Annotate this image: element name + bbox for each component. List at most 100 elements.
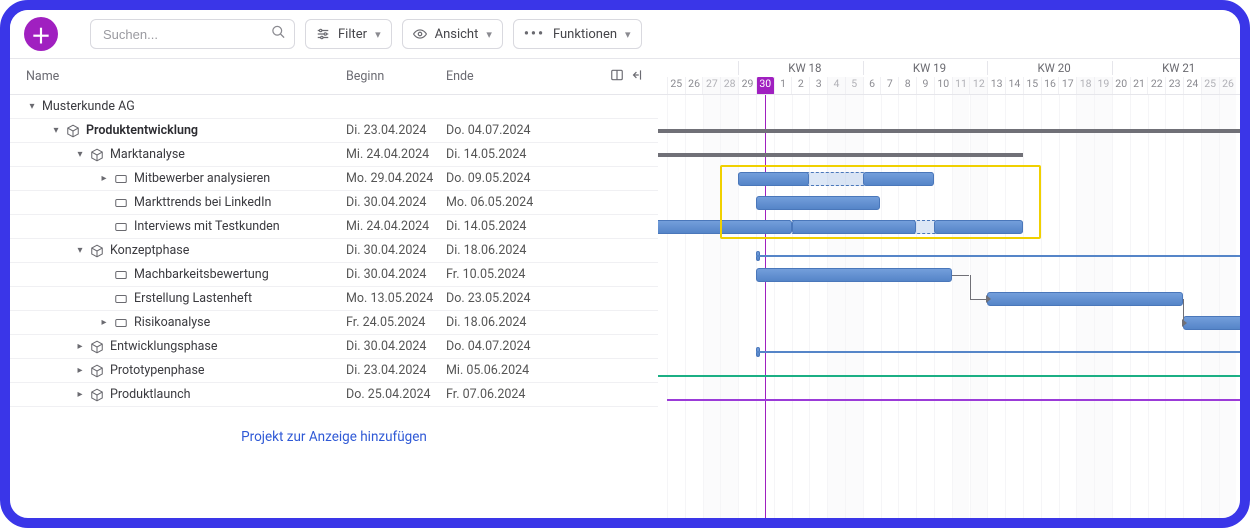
gantt-bar[interactable] [658,220,792,234]
day-label: 3 [809,77,827,95]
functions-button[interactable]: ••• Funktionen ▾ [513,19,642,49]
gantt-bar[interactable] [738,172,809,186]
table-row[interactable]: ▸PrototypenphaseDi. 23.04.2024Mi. 05.06.… [10,359,658,383]
chevron-right-icon[interactable]: ▸ [74,365,86,377]
row-name: Produktlaunch [110,387,191,402]
table-row[interactable]: ▸RisikoanalyseFr. 24.05.2024Di. 18.06.20… [10,311,658,335]
col-begin[interactable]: Beginn [346,69,446,84]
chevron-right-icon[interactable]: ▸ [98,317,110,329]
collapse-panel-icon[interactable] [630,68,644,86]
day-label: 18 [1076,77,1094,95]
row-name: Erstellung Lastenheft [134,291,252,306]
gantt-bar[interactable] [658,375,1240,377]
task-icon [114,220,128,234]
chevron-down-icon[interactable]: ▾ [74,245,86,257]
table-row[interactable]: ▾ProduktentwicklungDi. 23.04.2024Do. 04.… [10,119,658,143]
gantt-bar[interactable] [987,292,1183,306]
chevron-right-icon[interactable]: ▸ [98,173,110,185]
chevron-down-icon[interactable]: ▾ [50,125,62,137]
col-name[interactable]: Name [10,69,346,84]
row-name: Konzeptphase [110,243,189,258]
row-begin: Do. 25.04.2024 [346,387,446,402]
day-label: 25 [1201,77,1219,95]
day-label: 16 [1041,77,1059,95]
gantt-lane [658,119,1240,143]
gantt-lane [658,287,1240,311]
gantt-lane [658,239,1240,263]
table-row[interactable]: ▸EntwicklungsphaseDi. 30.04.2024Do. 04.0… [10,335,658,359]
row-name: Markttrends bei LinkedIn [134,195,271,210]
gantt-bar[interactable] [1183,316,1240,330]
table-row[interactable]: ▾Musterkunde AG [10,95,658,119]
search-field[interactable] [90,19,295,49]
gantt-bar[interactable] [658,129,1240,133]
today-marker: 30 [756,77,774,95]
row-end: Fr. 10.05.2024 [446,267,546,282]
day-label: 4 [827,77,845,95]
gantt-bar[interactable] [756,255,1240,257]
chevron-right-icon[interactable]: ▸ [74,389,86,401]
task-icon [114,292,128,306]
gantt-lane [658,95,1240,119]
search-input[interactable] [91,20,294,48]
day-label: 1 [774,77,792,95]
chevron-down-icon: ▾ [486,28,492,41]
day-label: 22 [1147,77,1165,95]
gantt-bar[interactable] [934,220,1023,234]
week-label: KW 19 [863,61,988,75]
row-end: Do. 23.05.2024 [446,291,546,306]
chevron-down-icon[interactable]: ▾ [74,149,86,161]
gantt-lane [658,215,1240,239]
row-begin: Mi. 24.04.2024 [346,219,446,234]
table-row[interactable]: ▸MachbarkeitsbewertungDi. 30.04.2024Fr. … [10,263,658,287]
row-begin: Di. 30.04.2024 [346,195,446,210]
filter-button[interactable]: Filter ▾ [305,19,392,49]
row-name: Machbarkeitsbewertung [134,267,269,282]
chevron-down-icon: ▾ [375,28,381,41]
gantt-lane [658,335,1240,359]
row-begin: Di. 30.04.2024 [346,267,446,282]
gantt-bar[interactable] [756,196,881,210]
gantt-bar[interactable] [756,268,952,282]
day-label: 26 [1219,77,1237,95]
add-button[interactable]: ＋ [24,17,58,51]
row-begin: Di. 30.04.2024 [346,339,446,354]
chevron-down-icon[interactable]: ▾ [26,101,38,113]
table-row[interactable]: ▸Erstellung LastenheftMo. 13.05.2024Do. … [10,287,658,311]
package-icon [90,364,104,378]
row-end: Di. 14.05.2024 [446,147,546,162]
functions-label: Funktionen [553,27,617,42]
view-button[interactable]: Ansicht ▾ [402,19,503,49]
row-name: Marktanalyse [110,147,185,162]
row-end: Di. 18.06.2024 [446,315,546,330]
row-end: Do. 04.07.2024 [446,339,546,354]
day-label: 20 [1112,77,1130,95]
row-end: Do. 04.07.2024 [446,123,546,138]
table-row[interactable]: ▸Interviews mit TestkundenMi. 24.04.2024… [10,215,658,239]
chevron-right-icon[interactable]: ▸ [74,341,86,353]
table-row[interactable]: ▸ProduktlaunchDo. 25.04.2024Fr. 07.06.20… [10,383,658,407]
package-icon [90,148,104,162]
gantt-bar[interactable] [792,220,917,234]
table-row[interactable]: ▸Mitbewerber analysierenMo. 29.04.2024Do… [10,167,658,191]
task-icon [114,172,128,186]
app-frame: ＋ Filter ▾ Ansicht ▾ ••• Funktionen ▾ [0,0,1250,528]
col-end[interactable]: Ende [446,69,546,84]
task-icon [114,268,128,282]
table-row[interactable]: ▾MarktanalyseMi. 24.04.2024Di. 14.05.202… [10,143,658,167]
gantt-chart[interactable]: KW 18KW 19KW 20KW 21 2526272829301234567… [658,58,1240,518]
gantt-bar[interactable] [667,399,1240,401]
row-begin: Di. 23.04.2024 [346,123,446,138]
table-row[interactable]: ▸Markttrends bei LinkedInDi. 30.04.2024M… [10,191,658,215]
table-row[interactable]: ▾KonzeptphaseDi. 30.04.2024Di. 18.06.202… [10,239,658,263]
row-name: Prototypenphase [110,363,205,378]
gantt-bar[interactable] [658,153,1023,157]
columns-icon[interactable] [610,68,624,86]
table-header: Name Beginn Ende [10,59,658,95]
day-label: 15 [1023,77,1041,95]
package-icon [66,124,80,138]
gantt-bar[interactable] [756,351,1240,353]
gantt-lane [658,359,1240,383]
add-project-link[interactable]: Projekt zur Anzeige hinzufügen [10,429,658,445]
gantt-bar[interactable] [863,172,934,186]
